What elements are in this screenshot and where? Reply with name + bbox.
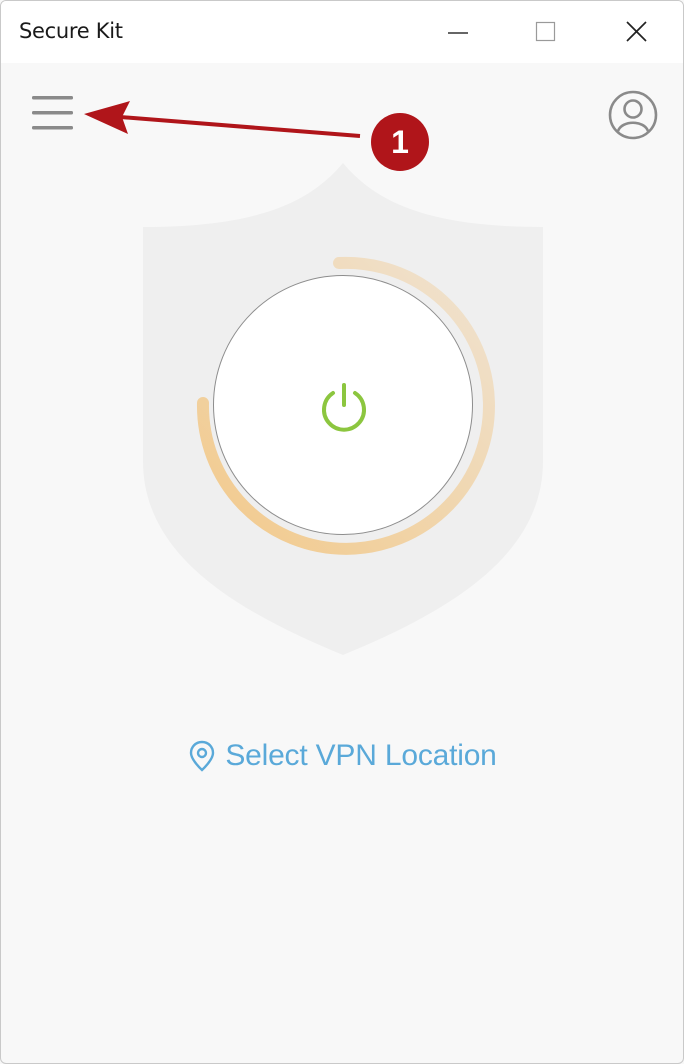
title-bar: Secure Kit [1, 1, 683, 63]
close-button[interactable] [591, 1, 681, 63]
minimize-button[interactable] [413, 1, 503, 63]
annotation-badge: 1 [371, 113, 429, 171]
maximize-button[interactable] [501, 1, 591, 63]
power-icon [322, 383, 366, 432]
select-location-link[interactable]: Select VPN Location [1, 731, 683, 781]
menu-button[interactable] [29, 91, 77, 133]
location-label: Select VPN Location [225, 739, 497, 772]
user-profile-icon [608, 90, 658, 140]
hamburger-menu-icon [32, 96, 73, 130]
connect-power-button[interactable] [213, 275, 473, 535]
close-icon [626, 21, 647, 42]
maximize-icon [535, 21, 556, 42]
app-window: Secure Kit Select VPN Location [0, 0, 684, 1064]
map-pin-icon [190, 740, 215, 772]
window-title: Secure Kit [19, 19, 123, 43]
minimize-icon [448, 32, 468, 34]
profile-button[interactable] [605, 87, 661, 143]
